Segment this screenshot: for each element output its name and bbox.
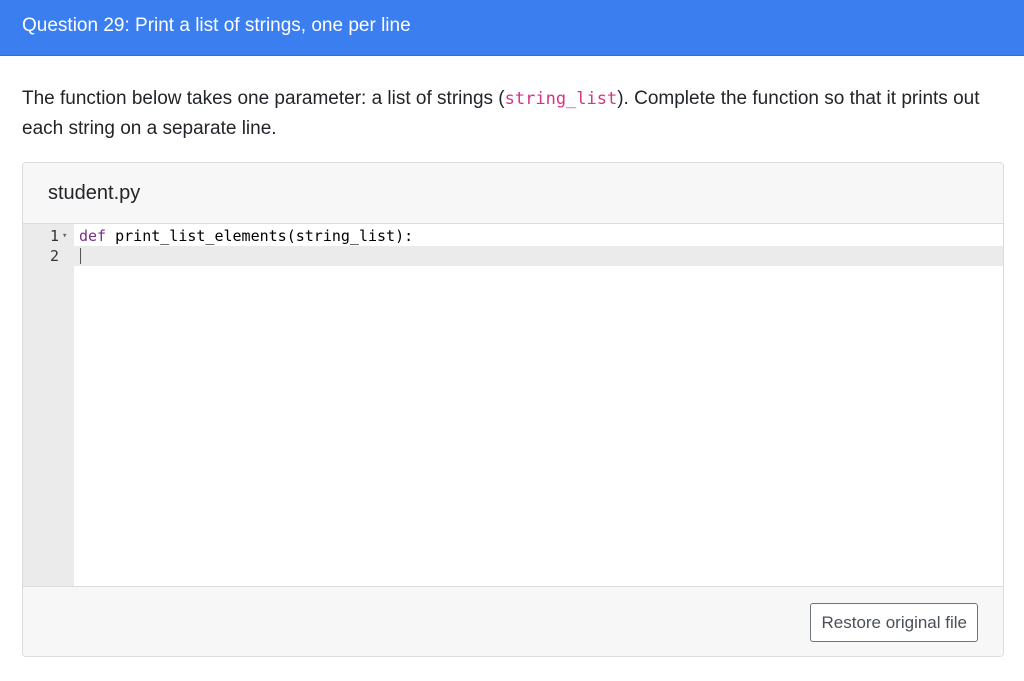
code-line-text: def print_list_elements(string_list): bbox=[79, 226, 413, 246]
restore-original-file-button[interactable]: Restore original file bbox=[810, 603, 978, 642]
prompt-text-before: The function below takes one parameter: … bbox=[22, 88, 505, 109]
code-line[interactable]: 1 ▾ def print_list_elements(string_list)… bbox=[23, 226, 1003, 246]
question-header: Question 29: Print a list of strings, on… bbox=[0, 0, 1024, 56]
editor-filename: student.py bbox=[48, 182, 141, 204]
code-editor[interactable]: 1 ▾ def print_list_elements(string_list)… bbox=[23, 224, 1003, 586]
code-line-active[interactable]: 2 bbox=[23, 246, 1003, 266]
editor-card-header: student.py bbox=[23, 163, 1003, 224]
code-editor-card: student.py 1 ▾ def print_list_elements(s… bbox=[22, 162, 1004, 657]
question-prompt: The function below takes one parameter: … bbox=[22, 84, 1002, 144]
code-content: print_list_elements(string_list): bbox=[106, 227, 414, 245]
question-title: Question 29: Print a list of strings, on… bbox=[22, 15, 411, 36]
line-number: 1 bbox=[49, 227, 59, 245]
code-keyword: def bbox=[79, 227, 107, 245]
line-number: 2 bbox=[49, 247, 59, 265]
text-cursor bbox=[80, 248, 81, 264]
editor-card-footer: Restore original file bbox=[23, 586, 1003, 656]
editor-gutter bbox=[23, 224, 74, 586]
fold-arrow-icon[interactable]: ▾ bbox=[62, 226, 67, 246]
prompt-inline-code: string_list bbox=[504, 89, 618, 109]
